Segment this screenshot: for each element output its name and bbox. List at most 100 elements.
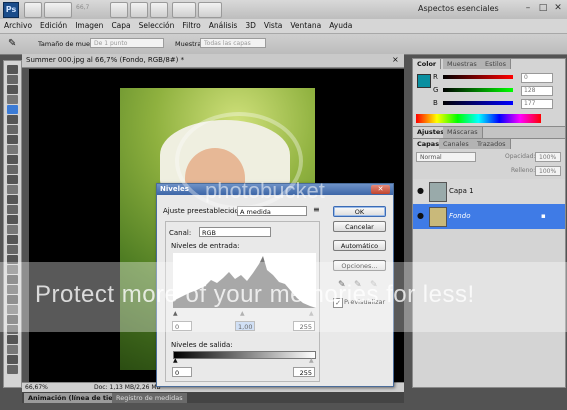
channel-label: Canal: [169,229,192,237]
menu-capa[interactable]: Capa [107,19,134,33]
blend-mode-select[interactable]: Normal [416,152,476,162]
output-black-field[interactable]: 0 [172,367,192,377]
b-slider[interactable] [443,101,513,105]
output-white-slider-icon[interactable]: ▲ [309,357,314,364]
fill-field[interactable]: 100% [535,166,561,176]
tab-masks[interactable]: Máscaras [443,127,483,138]
layer-row-selected[interactable]: ● Fondo ▪ [413,204,565,229]
bridge-button[interactable] [24,2,42,18]
r-slider[interactable] [443,75,513,79]
maximize-icon[interactable]: □ [537,3,549,14]
opacity-label: Opacidad: [505,153,536,160]
color-panel: Color Muestras Estilos R 0 G 128 B 177 [412,58,566,128]
color-row-g[interactable]: G 128 [433,86,558,96]
tool-icon[interactable] [7,235,18,244]
arrange-documents-button[interactable] [172,2,196,18]
menu-vista[interactable]: Vista [260,19,287,33]
g-slider[interactable] [443,88,513,92]
tab-measurement-log[interactable]: Registro de medidas [112,393,187,403]
preset-menu-icon[interactable]: ≡ [313,205,320,214]
tool-icon[interactable] [7,215,18,224]
menu-imagen[interactable]: Imagen [71,19,107,33]
tab-styles[interactable]: Estilos [481,59,512,69]
color-spectrum[interactable] [416,114,541,123]
layer-name[interactable]: Capa 1 [449,187,474,195]
b-value[interactable]: 177 [521,99,553,109]
menu-ayuda[interactable]: Ayuda [325,19,356,33]
workspace-switcher[interactable]: Aspectos esenciales [418,4,499,13]
tool-icon[interactable] [7,365,18,374]
tool-icon[interactable] [7,95,18,104]
channel-r-label: R [433,73,438,81]
color-row-r[interactable]: R 0 [433,73,558,83]
tool-icon[interactable] [7,225,18,234]
menu-filtro[interactable]: Filtro [178,19,204,33]
rotate-view-button[interactable] [150,2,168,18]
tool-icon[interactable] [7,345,18,354]
channel-select[interactable]: RGB [199,227,271,237]
sample-select[interactable]: Todas las capas [200,38,266,48]
minimize-icon[interactable]: – [522,3,534,14]
layer-row[interactable]: ● Capa 1 [413,179,565,205]
g-value[interactable]: 128 [521,86,553,96]
tool-icon[interactable] [7,205,18,214]
color-row-b[interactable]: B 177 [433,99,558,109]
menu-ventana[interactable]: Ventana [286,19,325,33]
close-icon[interactable]: ✕ [552,3,564,14]
tool-icon[interactable] [7,145,18,154]
tool-icon[interactable] [7,165,18,174]
r-value[interactable]: 0 [521,73,553,83]
tool-icon[interactable] [7,155,18,164]
menu-3d[interactable]: 3D [241,19,260,33]
output-gradient [173,351,316,359]
auto-button[interactable]: Automático [333,240,386,251]
eye-icon[interactable]: ● [417,186,424,195]
tool-icon[interactable] [7,185,18,194]
channel-b-label: B [433,99,438,107]
screen-mode-button[interactable] [198,2,222,18]
menu-archivo[interactable]: Archivo [0,19,36,33]
layer-name[interactable]: Fondo [449,212,470,220]
menu-seleccion[interactable]: Selección [135,19,179,33]
eye-icon[interactable]: ● [417,211,424,220]
output-white-field[interactable]: 255 [293,367,315,377]
tool-icon[interactable] [7,175,18,184]
hand-tool-button[interactable] [110,2,128,18]
eyedropper-icon[interactable]: ✎ [8,37,22,50]
tool-icon[interactable] [7,195,18,204]
layer-thumbnail [429,207,447,227]
tool-icon[interactable] [7,75,18,84]
tab-channels[interactable]: Canales [439,139,474,149]
tool-icon[interactable] [7,245,18,254]
tool-icon[interactable] [7,355,18,364]
tool-icon[interactable] [7,135,18,144]
tool-icon[interactable] [7,85,18,94]
sample-size-select[interactable]: De 1 punto [90,38,164,48]
menu-edicion[interactable]: Edición [36,19,71,33]
tool-icon[interactable] [7,125,18,134]
close-icon[interactable]: ✕ [371,185,390,194]
bottom-panel-tabs: Animación (línea de tiempo) Registro de … [22,392,404,403]
tool-icon[interactable] [7,65,18,74]
output-black-slider-icon[interactable]: ▲ [173,357,178,364]
status-zoom[interactable]: 66,67% [25,384,48,391]
foreground-color-swatch[interactable] [417,74,431,88]
zoom-tool-button[interactable] [130,2,148,18]
document-tab[interactable]: Summer 000.jpg al 66,7% (Fondo, RGB/8#) … [22,54,404,68]
view-extras-button[interactable] [44,2,72,18]
document-title: Summer 000.jpg al 66,7% (Fondo, RGB/8#) … [26,56,185,64]
cancel-button[interactable]: Cancelar [333,221,386,232]
tab-color[interactable]: Color [413,59,442,69]
output-levels-label: Niveles de salida: [171,341,233,349]
close-document-icon[interactable]: × [392,55,399,64]
tool-icon[interactable] [7,335,18,344]
tool-icon[interactable] [7,105,18,114]
zoom-level[interactable]: 66,7 [76,4,89,11]
tool-icon[interactable] [7,115,18,124]
tab-paths[interactable]: Trazados [473,139,511,149]
ok-button[interactable]: OK [333,206,386,217]
input-levels-label: Niveles de entrada: [171,242,240,250]
menu-analisis[interactable]: Análisis [205,19,242,33]
tab-swatches[interactable]: Muestras [443,59,482,69]
opacity-field[interactable]: 100% [535,152,561,162]
